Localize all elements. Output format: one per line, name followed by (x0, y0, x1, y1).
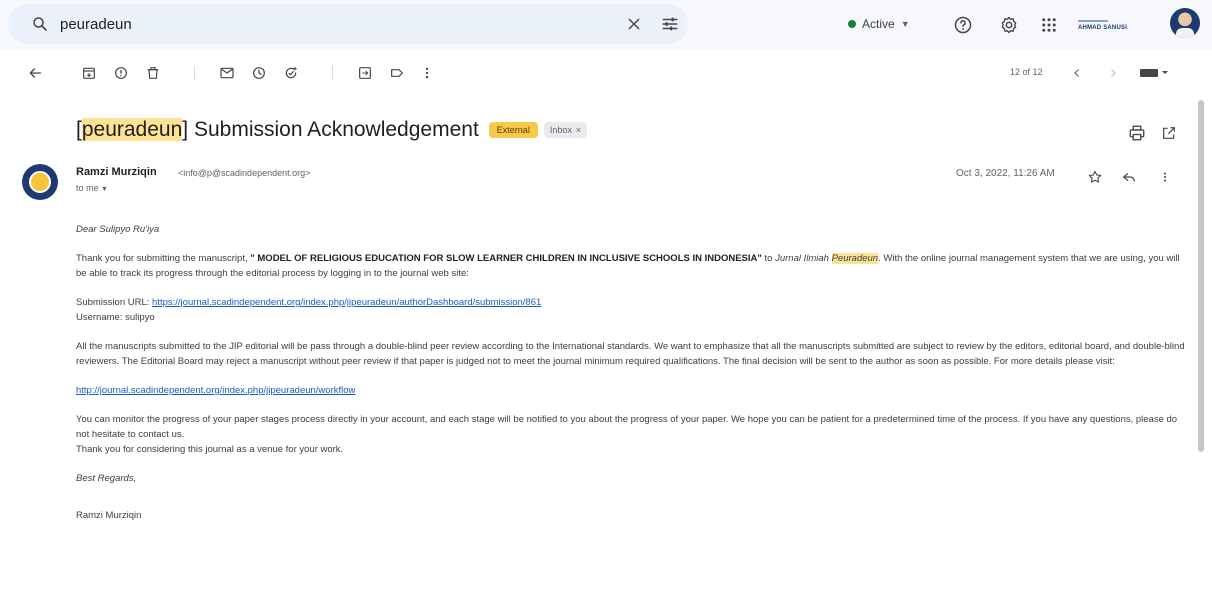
open-in-new-window-icon[interactable] (1156, 120, 1182, 146)
active-status-dot (848, 20, 856, 28)
subject-title: Submission Acknowledgement (188, 118, 479, 141)
journal-name: Jurnal Ilmiah (775, 253, 832, 264)
logo-text: AHMAD SANUSI (1078, 24, 1128, 31)
subject-search-highlight: peuradeun (81, 118, 183, 141)
snooze-clock-icon[interactable] (248, 62, 270, 84)
recipient-details-toggle[interactable]: to me ▼ (76, 183, 108, 193)
mark-unread-icon[interactable] (216, 62, 238, 84)
label-tag-icon[interactable] (386, 62, 408, 84)
workflow-link-line: http://journal.scadindependent.org/index… (76, 383, 1186, 398)
sender-name[interactable]: Ramzi Murziqin (76, 166, 157, 178)
input-tools-keyboard-icon[interactable] (1138, 62, 1172, 84)
external-label-badge: External (488, 122, 538, 138)
top-bar: Active ▼ AHMAD SANUSI (0, 0, 1212, 50)
search-bar[interactable] (8, 4, 688, 44)
add-task-icon[interactable] (280, 62, 302, 84)
older-chevron-icon[interactable] (1102, 62, 1124, 84)
sender-email: <info@p@scadindependent.org> (178, 168, 311, 178)
signature: Ramzi Murziqin (76, 510, 142, 521)
clear-search-icon[interactable] (620, 10, 648, 38)
subject-text: [peuradeun] Submission Acknowledgement (76, 118, 479, 141)
search-icon[interactable] (26, 10, 54, 38)
toolbar-divider (194, 66, 195, 80)
submission-details: Submission URL: https://journal.scadinde… (76, 295, 1186, 325)
print-icon[interactable] (1124, 120, 1150, 146)
journal-name-highlight: Peuradeun (831, 253, 879, 264)
scrollbar-thumb[interactable] (1198, 100, 1204, 452)
apps-grid-icon[interactable] (1036, 12, 1062, 38)
workflow-url-link[interactable]: http://journal.scadindependent.org/index… (76, 385, 355, 396)
sender-avatar-emblem (29, 171, 51, 193)
message-toolbar: 12 of 12 (0, 60, 1212, 88)
settings-gear-icon[interactable] (996, 12, 1022, 38)
message-more-vert-icon[interactable] (1152, 164, 1178, 190)
delete-trash-icon[interactable] (142, 62, 164, 84)
chevron-down-icon: ▼ (900, 19, 910, 29)
body-paragraph-intro: Thank you for submitting the manuscript,… (76, 251, 1186, 281)
submission-url-link[interactable]: https://journal.scadindependent.org/inde… (152, 297, 541, 308)
body-paragraph-monitor: You can monitor the progress of your pap… (76, 412, 1186, 457)
report-spam-icon[interactable] (110, 62, 132, 84)
submission-url-label: Submission URL: (76, 297, 153, 308)
email-subject: [peuradeun] Submission Acknowledgement E… (76, 118, 588, 142)
intro-text-a: Thank you for submitting the manuscript, (76, 253, 251, 264)
body-paragraph-review: All the manuscripts submitted to the JIP… (76, 341, 1185, 367)
intro-text-b: to (761, 253, 776, 264)
search-input[interactable] (60, 15, 600, 33)
newer-chevron-icon[interactable] (1066, 62, 1088, 84)
logo-mark (1078, 19, 1108, 22)
account-avatar[interactable] (1170, 8, 1200, 38)
email-timestamp: Oct 3, 2022, 11:26 AM (956, 168, 1055, 179)
regards: Best Regards, (76, 473, 137, 484)
chevron-down-icon: ▼ (101, 186, 108, 193)
username-line: Username: sulipyo (76, 312, 155, 323)
search-options-icon[interactable] (656, 10, 684, 38)
message-pager: 12 of 12 (1010, 67, 1043, 77)
star-icon[interactable] (1082, 164, 1108, 190)
reply-icon[interactable] (1116, 164, 1142, 190)
inbox-label-text: Inbox (549, 125, 572, 135)
avatar-shirt (1176, 28, 1194, 38)
remove-label-icon[interactable]: × (576, 125, 581, 135)
help-icon[interactable] (950, 12, 976, 38)
greeting: Dear Sulipyo Ru'iya (76, 224, 160, 235)
to-me-text: to me (76, 183, 99, 193)
email-body: Dear Sulipyo Ru'iya Thank you for submit… (76, 222, 1186, 537)
archive-icon[interactable] (78, 62, 100, 84)
organization-logo[interactable]: AHMAD SANUSI (1078, 14, 1164, 36)
thanks-text: Thank you for considering this journal a… (76, 444, 344, 455)
status-label: Active (862, 17, 895, 31)
monitor-text: You can monitor the progress of your pap… (76, 414, 1178, 440)
sender-avatar[interactable] (22, 164, 58, 200)
back-arrow-icon[interactable] (24, 62, 46, 84)
inbox-label-chip[interactable]: Inbox × (543, 122, 588, 138)
manuscript-title: " MODEL OF RELIGIOUS EDUCATION FOR SLOW … (250, 253, 762, 264)
status-selector[interactable]: Active ▼ (838, 10, 920, 38)
toolbar-divider (332, 66, 333, 80)
move-to-icon[interactable] (354, 62, 376, 84)
more-vert-icon[interactable] (416, 62, 438, 84)
